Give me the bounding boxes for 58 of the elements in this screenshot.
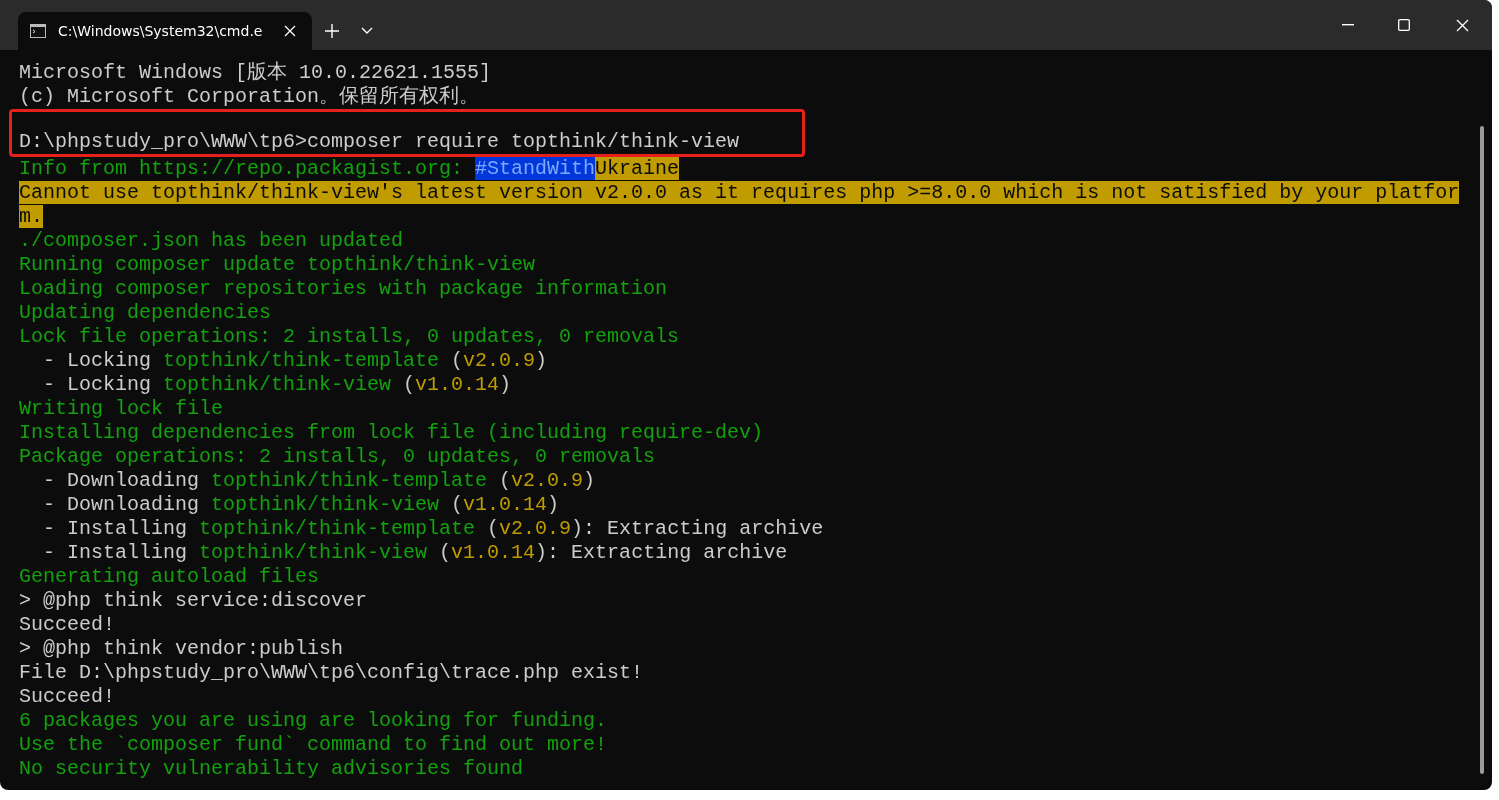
terminal-text: D:\phpstudy_pro\WWW\tp6>composer require topthink/think-view bbox=[19, 130, 740, 153]
terminal-text: Updating dependencies bbox=[19, 301, 272, 324]
terminal-text: No security vulnerability advisories found bbox=[19, 757, 524, 780]
terminal-text: topthink/think-template bbox=[211, 469, 488, 492]
terminal-text: Lock file operations: 2 installs, 0 updates, 0 removals bbox=[19, 325, 680, 348]
terminal-text: topthink/think-template bbox=[163, 349, 440, 372]
terminal-text: - Installing bbox=[42, 541, 189, 564]
terminal-text: File D:\phpstudy_pro\WWW\tp6\config\trace.php exist! bbox=[19, 661, 644, 684]
terminal-text: v2.0.9 bbox=[511, 469, 584, 492]
terminal-text: ) bbox=[499, 373, 512, 396]
terminal-text: Use the `composer fund` command to find out more! bbox=[19, 733, 608, 756]
terminal-text: Succeed! bbox=[19, 613, 115, 636]
terminal-text: Cannot use topthink/think-view's latest version v2.0.0 as it requires php >=8.0.0 which is not satisfied by your platfor bbox=[19, 181, 1460, 204]
terminal-text: - Locking bbox=[42, 349, 153, 372]
terminal-text: Loading composer repositories with package information bbox=[19, 277, 668, 300]
terminal-text: - Downloading bbox=[42, 493, 201, 516]
terminal-text: Info from https://repo.packagist.org: bbox=[19, 157, 465, 180]
terminal-text: v2.0.9 bbox=[499, 517, 572, 540]
terminal-text: - Locking bbox=[42, 373, 153, 396]
terminal-text: ) bbox=[535, 349, 548, 372]
terminal-text: ( bbox=[486, 517, 500, 540]
terminal-text: topthink/think-template bbox=[199, 517, 476, 540]
terminal-text: > @php think service:discover bbox=[19, 589, 368, 612]
terminal-text: ./composer.json has been updated bbox=[19, 229, 404, 252]
terminal-text: ) bbox=[583, 469, 596, 492]
console-icon bbox=[30, 24, 46, 38]
terminal-text: topthink/think-view bbox=[199, 541, 428, 564]
terminal-text: #StandWith bbox=[475, 157, 596, 180]
terminal-text: m. bbox=[19, 205, 43, 228]
terminal-text: ( bbox=[450, 349, 464, 372]
terminal-text: Ukraine bbox=[595, 157, 680, 180]
terminal-text: (c) Microsoft Corporation。保留所有权利。 bbox=[19, 85, 480, 108]
terminal-text: v1.0.14 bbox=[415, 373, 500, 396]
terminal-text: ): Extracting archive bbox=[535, 541, 788, 564]
terminal-text: ( bbox=[402, 373, 416, 396]
terminal-text: Installing dependencies from lock file (including require-dev) bbox=[19, 421, 764, 444]
terminal-text: > @php think vendor:publish bbox=[19, 637, 344, 660]
terminal-text: Running composer update topthink/think-view bbox=[19, 253, 536, 276]
terminal-text: Writing lock file bbox=[19, 397, 224, 420]
terminal-text: ): Extracting archive bbox=[571, 517, 824, 540]
terminal-text: v2.0.9 bbox=[463, 349, 536, 372]
terminal-text: topthink/think-view bbox=[211, 493, 440, 516]
terminal-text: ( bbox=[450, 493, 464, 516]
terminal-text: - Installing bbox=[42, 517, 189, 540]
terminal-text: v1.0.14 bbox=[451, 541, 536, 564]
terminal-text: ( bbox=[438, 541, 452, 564]
terminal-text: Microsoft Windows [版本 10.0.22621.1555] bbox=[19, 61, 492, 84]
terminal-text: topthink/think-view bbox=[163, 373, 392, 396]
terminal-text: 6 packages you are using are looking for funding. bbox=[19, 709, 608, 732]
terminal-text: Package operations: 2 installs, 0 updates, 0 removals bbox=[19, 445, 656, 468]
terminal-text: Succeed! bbox=[19, 685, 115, 708]
terminal-text: Generating autoload files bbox=[19, 565, 320, 588]
terminal-text: ( bbox=[498, 469, 512, 492]
tab-title: C:\Windows\System32\cmd.e bbox=[58, 23, 264, 39]
terminal-text: v1.0.14 bbox=[463, 493, 548, 516]
terminal-tab[interactable]: C:\Windows\System32\cmd.e bbox=[18, 12, 312, 50]
terminal-text: ) bbox=[547, 493, 560, 516]
terminal-text: - Downloading bbox=[42, 469, 201, 492]
